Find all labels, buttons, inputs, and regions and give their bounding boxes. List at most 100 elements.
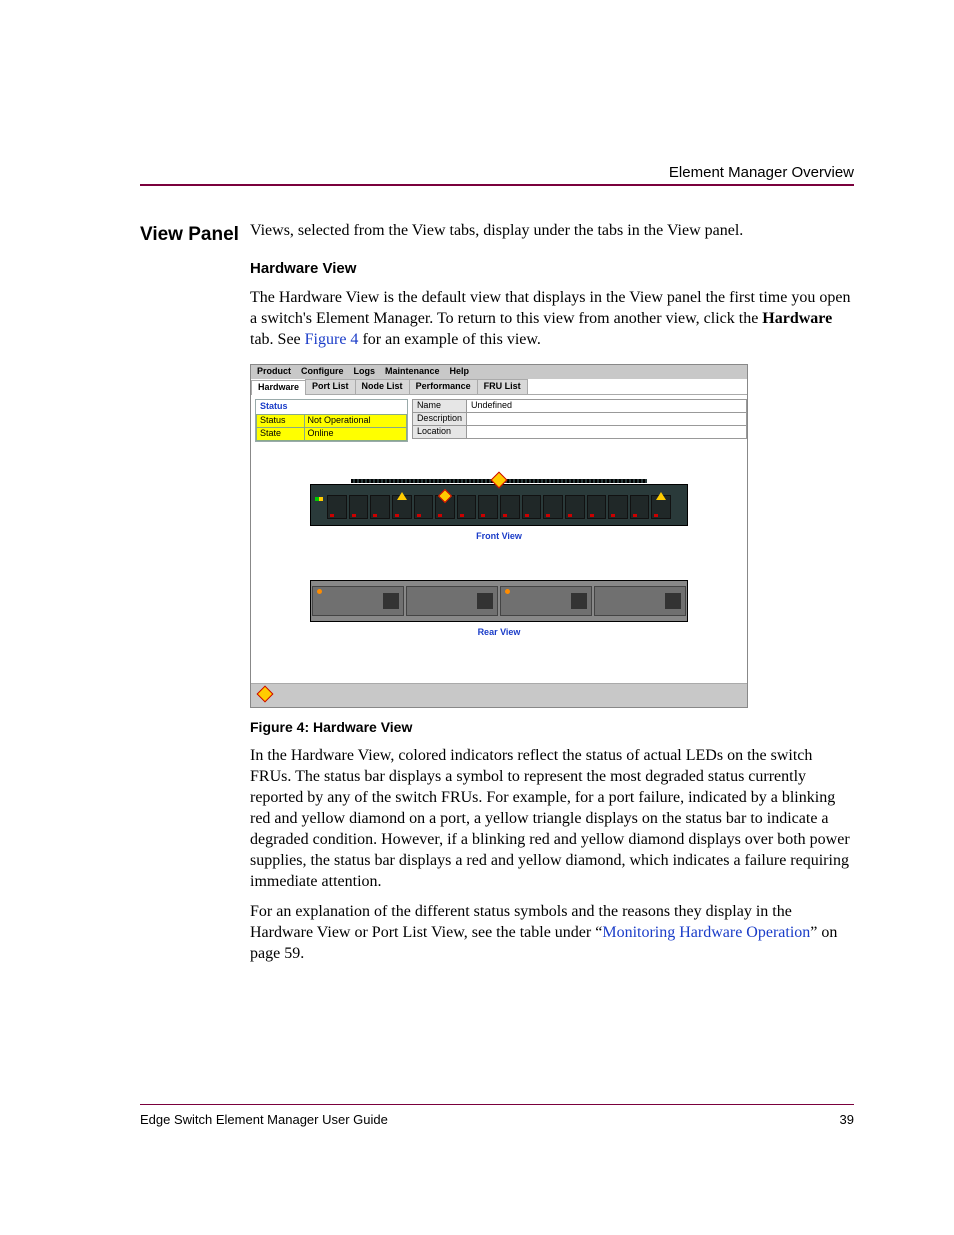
monitoring-link[interactable]: Monitoring Hardware Operation (602, 924, 810, 941)
status-panel: Status Status Not Operational State Onli… (255, 399, 408, 442)
plug-icon (571, 593, 587, 609)
menu-logs[interactable]: Logs (354, 367, 376, 377)
port-led-icon (438, 514, 442, 517)
hardware-view-paragraph: The Hardware View is the default view th… (250, 287, 854, 350)
tab-row: Hardware Port List Node List Performance… (251, 379, 747, 395)
plug-icon (383, 593, 399, 609)
port[interactable] (478, 495, 498, 519)
hardware-tab-bold: Hardware (762, 310, 832, 327)
port-led-icon (503, 514, 507, 517)
port-led-icon (417, 514, 421, 517)
subsection-heading: Hardware View (250, 259, 854, 279)
psu-module (406, 586, 498, 616)
port[interactable] (392, 495, 412, 519)
body-paragraph: In the Hardware View, colored indicators… (250, 745, 854, 893)
meta-name-value: Undefined (466, 400, 746, 413)
menu-bar: Product Configure Logs Maintenance Help (251, 365, 747, 379)
port-row (327, 495, 671, 519)
status-bar (251, 683, 747, 707)
state-value: Online (304, 427, 406, 440)
port-led-icon (590, 514, 594, 517)
tab-node-list[interactable]: Node List (355, 379, 410, 394)
intro-paragraph: Views, selected from the View tabs, disp… (250, 220, 854, 241)
meta-description-label: Description (412, 412, 466, 425)
port[interactable] (327, 495, 347, 519)
port[interactable] (500, 495, 520, 519)
port[interactable] (587, 495, 607, 519)
warning-diamond-icon (491, 471, 508, 488)
port-led-icon (460, 514, 464, 517)
table-row: Name Undefined (412, 400, 746, 413)
port-led-icon (352, 514, 356, 517)
meta-location-label: Location (412, 425, 466, 438)
port[interactable] (608, 495, 628, 519)
psu-module (312, 586, 404, 616)
status-label: Status (257, 414, 305, 427)
text: tab. See (250, 331, 305, 348)
port-led-icon (395, 514, 399, 517)
port-led-icon (525, 514, 529, 517)
plug-icon (477, 593, 493, 609)
tab-hardware[interactable]: Hardware (251, 380, 306, 395)
port-led-icon (654, 514, 658, 517)
section-heading: View Panel (140, 224, 239, 246)
warning-triangle-icon (397, 492, 407, 500)
tab-port-list[interactable]: Port List (305, 379, 356, 394)
port[interactable] (543, 495, 563, 519)
port[interactable] (457, 495, 477, 519)
port[interactable] (565, 495, 585, 519)
warning-triangle-icon (656, 492, 666, 500)
port-led-icon (633, 514, 637, 517)
menu-help[interactable]: Help (450, 367, 470, 377)
port-led-icon (330, 514, 334, 517)
port[interactable] (370, 495, 390, 519)
figure-caption: Figure 4: Hardware View (250, 718, 854, 736)
rear-view-label: Rear View (251, 628, 747, 638)
status-diamond-icon (257, 686, 274, 703)
figure-link[interactable]: Figure 4 (305, 331, 359, 348)
warning-diamond-icon (438, 489, 452, 503)
footer-title: Edge Switch Element Manager User Guide (140, 1112, 388, 1127)
status-value: Not Operational (304, 414, 406, 427)
info-row: Status Status Not Operational State Onli… (251, 395, 747, 446)
device-front (310, 484, 688, 526)
port-led-icon (373, 514, 377, 517)
tab-performance[interactable]: Performance (409, 379, 478, 394)
meta-name-label: Name (412, 400, 466, 413)
psu-led-icon (505, 589, 510, 594)
text: for an example of this view. (358, 331, 540, 348)
status-table: Status Not Operational State Online (256, 414, 407, 441)
psu-module (594, 586, 686, 616)
port-led-icon (611, 514, 615, 517)
table-row: Status Not Operational (257, 414, 407, 427)
port[interactable] (435, 495, 455, 519)
psu-led-icon (317, 589, 322, 594)
port-led-icon (481, 514, 485, 517)
page-footer: Edge Switch Element Manager User Guide 3… (140, 1112, 854, 1127)
body-paragraph: For an explanation of the different stat… (250, 901, 854, 964)
figure-hardware-view: Product Configure Logs Maintenance Help … (250, 364, 748, 708)
menu-product[interactable]: Product (257, 367, 291, 377)
table-row: Location (412, 425, 746, 438)
meta-table: Name Undefined Description Location (412, 399, 747, 439)
port[interactable] (651, 495, 671, 519)
spacer (251, 653, 747, 683)
footer-rule (140, 1104, 854, 1105)
page-number: 39 (840, 1112, 854, 1127)
device-rear (310, 580, 688, 622)
psu-module (500, 586, 592, 616)
port[interactable] (630, 495, 650, 519)
running-header: Element Manager Overview (669, 164, 854, 181)
meta-description-value (466, 412, 746, 425)
header-rule (140, 184, 854, 186)
tab-fru-list[interactable]: FRU List (477, 379, 528, 394)
port[interactable] (414, 495, 434, 519)
port[interactable] (349, 495, 369, 519)
port-led-icon (568, 514, 572, 517)
menu-maintenance[interactable]: Maintenance (385, 367, 440, 377)
text: The Hardware View is the default view th… (250, 289, 850, 327)
menu-configure[interactable]: Configure (301, 367, 344, 377)
port[interactable] (522, 495, 542, 519)
port-led-icon (546, 514, 550, 517)
table-row: State Online (257, 427, 407, 440)
